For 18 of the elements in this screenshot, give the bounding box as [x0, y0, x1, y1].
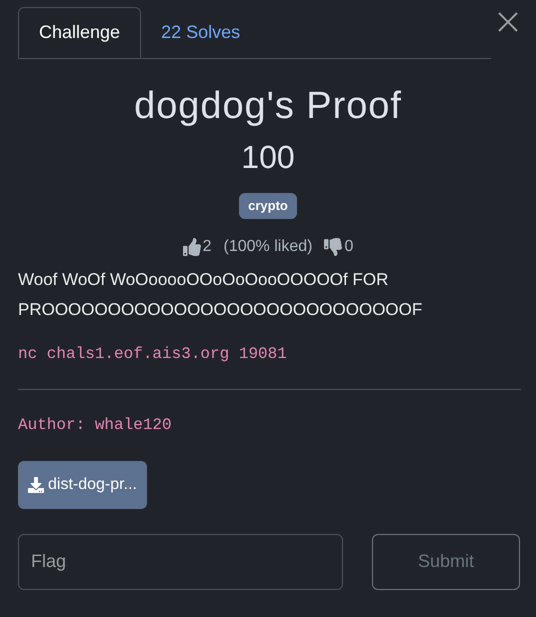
points: 100: [240, 138, 296, 177]
tab[interactable]: Challenge: [18, 7, 142, 58]
download-icon: [28, 476, 44, 492]
description: Woof WoOf WoOooooOOoOoOooOOOOOf FOR PROOOOOOOOOOOOOOOOOOOOOOOOOOOOF: [18, 268, 424, 320]
file-download-button[interactable]: dist-dog-pr...: [18, 460, 147, 508]
flag-field[interactable]: Flag: [18, 534, 343, 590]
close-button[interactable]: [496, 10, 520, 34]
tab[interactable]: 22 Solves: [141, 7, 260, 58]
author: Author: whale120: [18, 414, 173, 436]
like-count: 2: [202, 236, 212, 256]
challenge-title: dogdog's Proof: [133, 84, 403, 129]
thumbs-up-icon: [182, 238, 201, 256]
like-ratio: (100% liked): [224, 236, 312, 256]
thumbs-down-icon: [324, 238, 342, 256]
connection-command: nc chals1.eof.ais3.org 19081: [18, 344, 288, 364]
dislike-count: 0: [344, 236, 354, 256]
close-icon: [496, 10, 520, 34]
tag: crypto: [239, 193, 297, 218]
